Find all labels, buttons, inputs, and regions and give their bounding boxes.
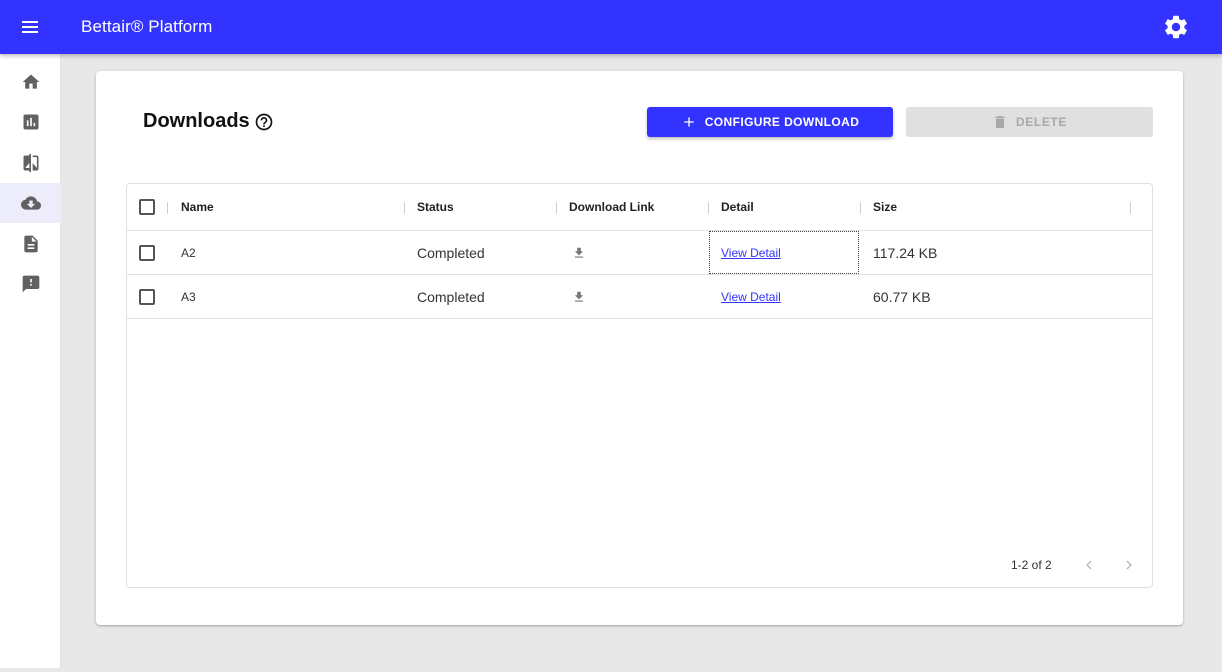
feedback-alert-icon xyxy=(22,275,39,293)
row-checkbox[interactable] xyxy=(139,288,155,305)
sidebar-item-home[interactable] xyxy=(0,62,61,102)
sidebar-item-charts[interactable] xyxy=(0,102,61,142)
chevron-right-icon xyxy=(1126,560,1132,570)
table-row[interactable]: A3 Completed View Detail 60.77 KB xyxy=(127,275,1152,319)
downloads-card: Downloads CONFIGURE DOWNLOAD DELETE Name… xyxy=(96,71,1183,625)
sidebar-item-compare[interactable] xyxy=(0,143,61,183)
help-button[interactable] xyxy=(254,112,274,132)
detail-cell: View Detail xyxy=(709,275,859,318)
column-separator[interactable] xyxy=(1130,202,1131,214)
configure-download-button[interactable]: CONFIGURE DOWNLOAD xyxy=(647,107,893,137)
column-header-size[interactable]: Size xyxy=(873,184,897,230)
row-name: A3 xyxy=(181,289,196,304)
download-icon[interactable] xyxy=(572,290,586,304)
column-header-detail[interactable]: Detail xyxy=(721,184,754,230)
column-header-download-link[interactable]: Download Link xyxy=(569,184,654,230)
settings-button[interactable] xyxy=(1162,13,1190,41)
delete-label: DELETE xyxy=(1016,115,1067,129)
hamburger-menu-icon-line xyxy=(22,31,38,33)
pagination-text: 1-2 of 2 xyxy=(1011,558,1052,572)
column-separator[interactable] xyxy=(556,202,557,214)
row-checkbox[interactable] xyxy=(139,244,155,261)
chevron-left-icon xyxy=(1086,560,1092,570)
row-size: 117.24 KB xyxy=(873,244,938,261)
column-separator[interactable] xyxy=(708,202,709,214)
sidebar xyxy=(0,54,61,668)
document-icon xyxy=(23,235,38,253)
view-detail-link[interactable]: View Detail xyxy=(721,290,781,304)
app-bar: Bettair® Platform xyxy=(0,0,1222,54)
row-status: Completed xyxy=(417,244,485,261)
column-header-name[interactable]: Name xyxy=(181,184,214,230)
gear-icon xyxy=(1165,15,1187,39)
row-name: A2 xyxy=(181,245,196,260)
column-separator[interactable] xyxy=(167,202,168,214)
home-icon xyxy=(22,74,39,89)
bar-chart-icon xyxy=(23,114,38,130)
compare-icon xyxy=(23,153,38,173)
row-size: 60.77 KB xyxy=(873,288,931,305)
app-title: Bettair® Platform xyxy=(81,17,213,36)
table-header: Name Status Download Link Detail Size xyxy=(127,184,1152,231)
sidebar-item-reports[interactable] xyxy=(0,224,61,264)
row-select-cell xyxy=(139,275,155,318)
column-separator[interactable] xyxy=(404,202,405,214)
select-all-cell xyxy=(139,184,155,230)
detail-cell: View Detail xyxy=(709,231,859,274)
table-row[interactable]: A2 Completed View Detail 117.24 KB xyxy=(127,231,1152,275)
help-circle-icon xyxy=(255,113,273,131)
select-all-checkbox[interactable] xyxy=(139,199,155,215)
sidebar-item-downloads[interactable] xyxy=(0,183,61,223)
page-title: Downloads xyxy=(143,110,250,132)
hamburger-menu-icon-line xyxy=(22,26,38,28)
cloud-download-icon xyxy=(20,196,41,210)
next-page-button[interactable] xyxy=(1118,554,1140,576)
previous-page-button[interactable] xyxy=(1078,554,1100,576)
row-status: Completed xyxy=(417,288,485,305)
sidebar-item-alerts[interactable] xyxy=(0,264,61,304)
configure-download-label: CONFIGURE DOWNLOAD xyxy=(704,115,860,129)
column-header-status[interactable]: Status xyxy=(417,184,454,230)
downloads-table: Name Status Download Link Detail Size A2… xyxy=(126,183,1153,588)
view-detail-link[interactable]: View Detail xyxy=(721,246,781,260)
hamburger-menu-icon xyxy=(22,21,38,23)
trash-icon xyxy=(995,116,1005,128)
download-link-cell xyxy=(572,275,586,318)
delete-button[interactable]: DELETE xyxy=(906,107,1153,137)
column-separator[interactable] xyxy=(860,202,861,214)
download-icon[interactable] xyxy=(572,246,586,260)
menu-button[interactable] xyxy=(16,13,44,41)
plus-icon xyxy=(684,117,694,127)
download-link-cell xyxy=(572,231,586,274)
row-select-cell xyxy=(139,231,155,274)
